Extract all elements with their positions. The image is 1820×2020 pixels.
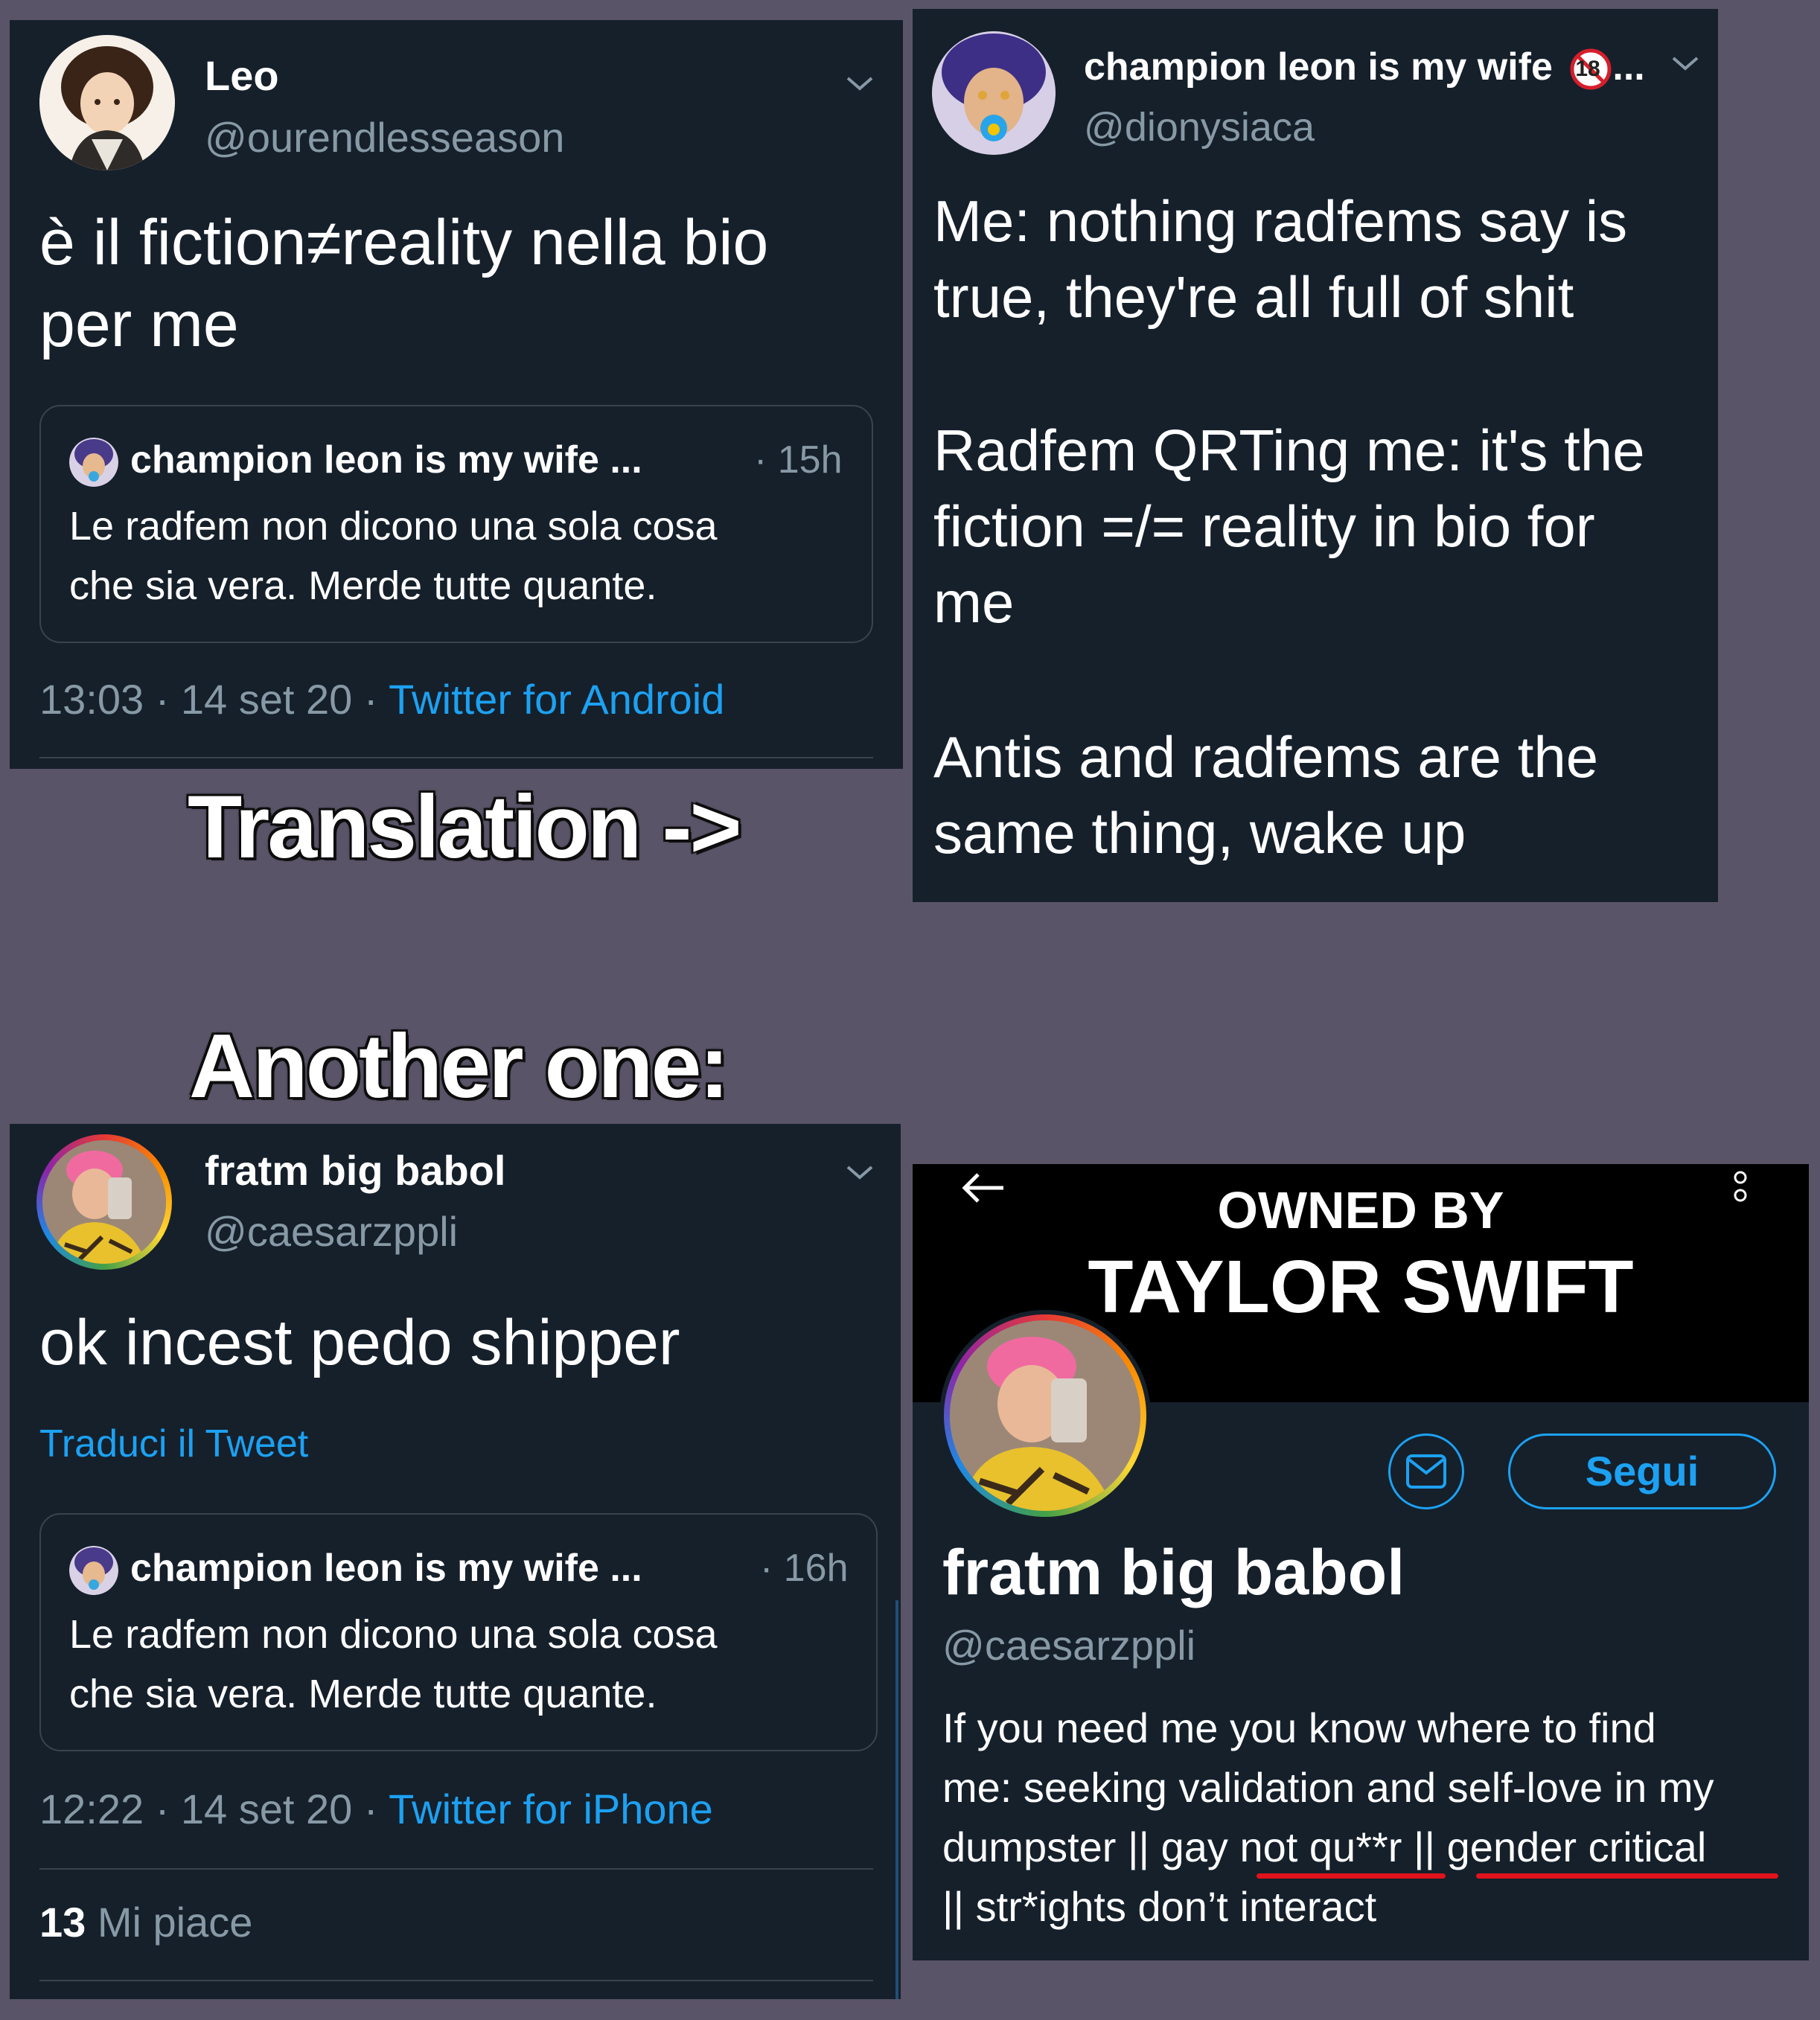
follow-button-label: Segui [1585,1448,1699,1495]
author-handle[interactable]: @ourendlesseason [205,113,564,162]
red-underline [1476,1873,1778,1879]
author-name[interactable]: champion leon is my wife 18 ... [1084,45,1645,91]
message-button[interactable] [1388,1434,1464,1509]
tweet-meta: 13:03 · 14 set 20 · Twitter for Android [39,675,724,723]
tweet-text-line: Antis and radfems are the [933,724,1599,790]
avatar[interactable] [39,35,175,170]
quoted-tweet[interactable]: champion leon is my wife ... · 16h Le ra… [39,1513,878,1751]
quoted-author-name: champion leon is my wife ... [130,1547,642,1590]
tweet-text-line: è il fiction≠reality nella bio [39,207,769,278]
profile-avatar[interactable] [939,1310,1151,1521]
tweet-text-line: Me: nothing radfems say is [933,188,1628,254]
quoted-text-line: che sia vera. Merde tutte quante. [69,563,657,608]
tweet-text-line: me [933,569,1015,635]
bio-line: me: seeking validation and self-love in … [942,1764,1714,1811]
age-badge-text: 18 [1575,57,1600,82]
quoted-time: · 16h [760,1547,849,1590]
avatar[interactable] [932,31,1056,155]
another-one-caption: Another one: [189,1015,729,1116]
author-name[interactable]: fratm big babol [205,1146,505,1195]
quoted-author-name: champion leon is my wife ... [130,438,642,482]
author-handle[interactable]: @caesarzppli [205,1207,458,1256]
quoted-text-line: Le radfem non dicono una sola cosa [69,1612,718,1657]
author-name-text: champion leon is my wife [1084,45,1553,89]
tweet-source-link[interactable]: Twitter for Android [389,676,724,723]
tweet-meta: 12:22 · 14 set 20 · Twitter for iPhone [39,1785,713,1833]
profile-name: fratm big babol [942,1537,1405,1608]
tweet-source-link[interactable]: Twitter for iPhone [389,1786,713,1832]
likes-count[interactable]: 13 Mi piace [39,1898,252,1946]
bio-segment: dumpster || gay [942,1824,1240,1870]
tweet-text: ok incest pedo shipper [39,1307,680,1378]
banner-line-1: OWNED BY [1217,1181,1504,1239]
bio-line: || str*ights don’t interact [942,1883,1377,1930]
name-ellipsis: ... [1612,45,1645,89]
chevron-down-icon[interactable] [1669,52,1702,74]
author-name[interactable]: Leo [205,51,279,100]
tweet-text-line: Radfem QRTing me: it's the [933,418,1645,483]
quoted-tweet[interactable]: champion leon is my wife ... · 15h Le ra… [39,405,873,643]
bio-line: If you need me you know where to find [942,1704,1656,1751]
chevron-down-icon[interactable] [843,72,876,95]
tweet-timestamp: 13:03 · 14 set 20 · [39,676,389,723]
divider [39,1980,873,1981]
profile-screen: OWNED BY TAYLOR SWIFT Segui fratm big ba… [913,1164,1809,1960]
tweet-text-line: per me [39,289,239,360]
divider [39,757,873,758]
tweet-text-line: fiction =/= reality in bio for [933,493,1595,559]
avatar [69,1546,118,1595]
tweet-timestamp: 12:22 · 14 set 20 · [39,1786,389,1832]
quoted-time: · 15h [754,438,843,482]
tweet-text-line: same thing, wake up [933,800,1466,866]
chevron-down-icon[interactable] [843,1161,876,1183]
follow-button[interactable]: Segui [1508,1434,1776,1509]
avatar[interactable] [36,1134,172,1270]
bio-highlight: gender critical [1446,1824,1707,1870]
tweet-leo: Leo @ourendlesseason è il fiction≠realit… [10,20,903,769]
tweet-champion: champion leon is my wife 18 ... @dionysi… [913,9,1718,902]
red-underline [1257,1873,1446,1879]
tweet-fratm: fratm big babol @caesarzppli ok incest p… [10,1124,901,1999]
avatar [69,438,118,487]
likes-label: Mi piace [97,1899,253,1946]
tweet-text-line: true, they're all full of shit [933,264,1574,330]
bio-highlight: not qu**r [1239,1824,1402,1870]
translation-caption: Translation -> [188,777,742,877]
mail-icon [1406,1454,1446,1489]
profile-handle: @caesarzppli [942,1622,1196,1669]
quoted-text-line: che sia vera. Merde tutte quante. [69,1672,657,1716]
no-under-18-icon: 18 [1569,48,1612,91]
bio-line: dumpster || gay not qu**r || gender crit… [942,1823,1706,1871]
divider [39,1868,873,1870]
translate-tweet-link[interactable]: Traduci il Tweet [39,1422,308,1466]
bio-segment: || [1402,1824,1447,1870]
quoted-text-line: Le radfem non dicono una sola cosa [69,504,718,549]
author-handle[interactable]: @dionysiaca [1084,104,1315,150]
scroll-line [895,1600,898,1999]
likes-number: 13 [39,1899,86,1946]
